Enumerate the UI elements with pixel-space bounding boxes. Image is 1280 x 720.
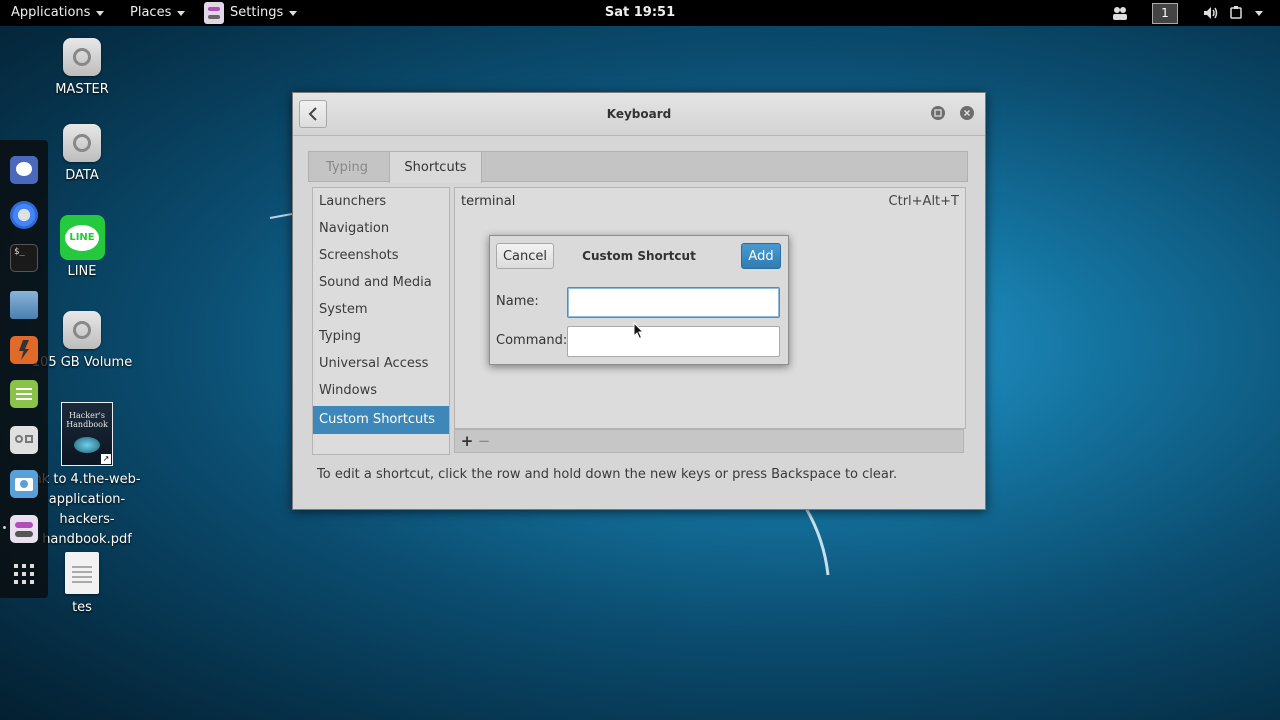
sidebar-item-screenshots[interactable]: Screenshots <box>313 242 449 269</box>
command-field[interactable] <box>567 326 780 357</box>
files-folder-icon[interactable] <box>10 291 38 319</box>
shortcut-hint-text: To edit a shortcut, click the row and ho… <box>317 467 898 482</box>
text-file-icon <box>65 552 99 594</box>
window-titlebar[interactable]: Keyboard <box>293 93 985 136</box>
line-app-icon: LINE <box>59 215 105 260</box>
clock[interactable]: Sat 19:51 <box>0 0 1280 26</box>
pdf-label-line-2: application-hackers- <box>48 492 126 527</box>
shortcut-categories-list: Launchers Navigation Screenshots Sound a… <box>312 187 450 455</box>
add-shortcut-button[interactable]: + <box>459 432 475 450</box>
pdf-thumb-title-2: Handbook <box>66 420 108 429</box>
pdf-thumbnail: Hacker's Handbook ↗ <box>61 402 113 466</box>
chevron-down-icon[interactable] <box>1255 11 1263 16</box>
chevron-left-icon <box>308 107 317 121</box>
clock-label: Sat 19:51 <box>604 5 676 20</box>
close-icon <box>963 109 971 117</box>
desktop-icon-master[interactable]: MASTER <box>27 38 137 100</box>
power-icon[interactable] <box>1229 5 1245 21</box>
sidebar-item-typing[interactable]: Typing <box>313 323 449 350</box>
utilities-icon[interactable] <box>10 426 38 454</box>
workspace-indicator[interactable]: 1 <box>1152 3 1178 24</box>
settings-app-icon[interactable] <box>10 515 38 543</box>
sidebar-item-universal-access[interactable]: Universal Access <box>313 350 449 377</box>
remove-shortcut-button[interactable]: − <box>476 432 492 450</box>
volume-icon[interactable] <box>1203 6 1219 20</box>
show-apps-grid-icon[interactable] <box>14 564 34 584</box>
window-title: Keyboard <box>606 107 672 121</box>
tab-shortcuts[interactable]: Shortcuts <box>389 152 482 183</box>
pdf-label-line-1: nk to 4.the-web- <box>33 472 141 487</box>
terminal-icon[interactable]: $_ <box>10 244 38 272</box>
running-indicator <box>3 526 6 529</box>
add-button[interactable]: Add <box>741 243 781 269</box>
tab-bar: Typing Shortcuts <box>308 151 968 183</box>
sidebar-item-launchers[interactable]: Launchers <box>313 188 449 215</box>
desktop-icon-label: tes <box>72 600 92 615</box>
sidebar-item-system[interactable]: System <box>313 296 449 323</box>
sidebar-item-windows[interactable]: Windows <box>313 377 449 404</box>
maximize-icon <box>934 109 942 117</box>
shortcut-row[interactable]: terminal Ctrl+Alt+T <box>455 188 965 216</box>
shortcut-name: terminal <box>461 194 516 209</box>
name-field[interactable] <box>567 287 780 318</box>
pdf-thumb-title-1: Hacker's <box>69 411 105 420</box>
close-button[interactable] <box>960 106 974 120</box>
sidebar-item-sound-media[interactable]: Sound and Media <box>313 269 449 296</box>
sidebar-item-navigation[interactable]: Navigation <box>313 215 449 242</box>
browser-dragon-icon[interactable] <box>10 156 38 184</box>
command-label: Command: <box>496 333 568 348</box>
dash-dock: $_ <box>0 140 48 598</box>
maximize-button[interactable] <box>931 106 945 120</box>
burpsuite-icon[interactable] <box>10 336 38 364</box>
name-label: Name: <box>496 294 539 309</box>
mouse-pointer-icon <box>633 322 645 340</box>
top-panel: Applications Places Settings Sat 19:51 1 <box>0 0 1280 26</box>
screenshot-camera-icon[interactable] <box>10 470 38 498</box>
line-logo-text: LINE <box>65 224 99 251</box>
link-arrow-icon: ↗ <box>101 454 111 464</box>
drive-icon <box>63 124 101 162</box>
users-icon[interactable] <box>1112 6 1128 20</box>
sidebar-item-custom-shortcuts[interactable]: Custom Shortcuts <box>313 406 449 434</box>
tab-typing[interactable]: Typing <box>309 152 385 183</box>
drive-icon <box>63 311 101 349</box>
drive-icon <box>63 38 101 76</box>
pdf-label-line-3: handbook.pdf <box>42 532 132 547</box>
back-button[interactable] <box>299 100 327 128</box>
custom-shortcut-dialog: Cancel Custom Shortcut Add Name: Command… <box>489 235 789 365</box>
desktop-icon-label: MASTER <box>55 82 109 97</box>
text-editor-icon[interactable] <box>10 380 38 408</box>
chromium-icon[interactable] <box>10 201 38 229</box>
shortcuts-toolbar: + − <box>454 429 964 453</box>
shortcut-accelerator: Ctrl+Alt+T <box>888 194 959 209</box>
